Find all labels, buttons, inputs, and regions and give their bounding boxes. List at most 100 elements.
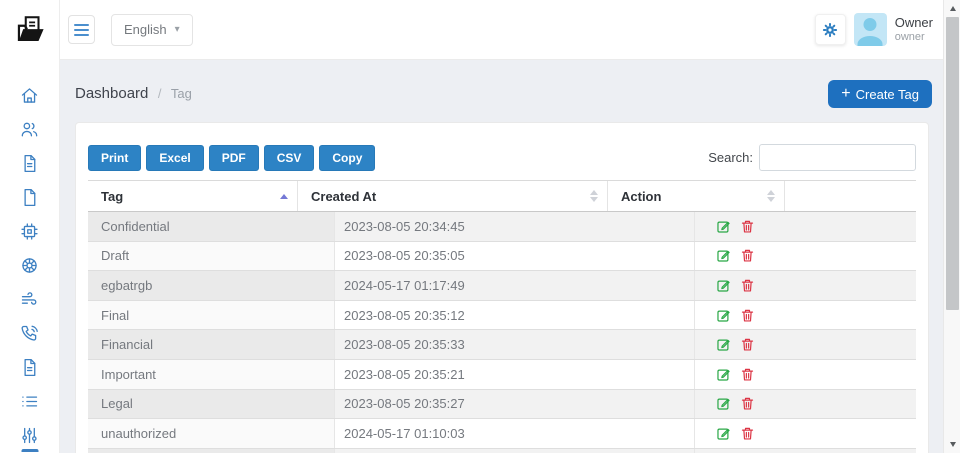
cell-created-at: 2023-08-05 20:35:05 [335, 242, 695, 271]
cell-tag: Legal [88, 390, 335, 419]
cell-tag: Final [88, 301, 335, 330]
delete-icon[interactable] [739, 307, 756, 324]
search-input[interactable] [759, 144, 916, 171]
delete-icon[interactable] [739, 336, 756, 353]
list-icon [19, 391, 40, 412]
breadcrumb-separator: / [158, 86, 162, 101]
table-header-row: Tag Created At Action [88, 181, 916, 212]
language-label: English [124, 22, 167, 37]
sort-both-icon [767, 190, 775, 202]
wind-icon [19, 289, 40, 310]
column-header-spacer [785, 181, 916, 211]
delete-icon[interactable] [739, 366, 756, 383]
sidebar-item-file-text-icon[interactable] [13, 146, 47, 180]
cell-action [695, 360, 916, 389]
cpu-icon [19, 221, 40, 242]
excel-export-button[interactable]: Excel [146, 145, 203, 171]
column-header-created-at[interactable]: Created At [298, 181, 608, 211]
delete-icon[interactable] [739, 218, 756, 235]
sliders-icon [19, 425, 40, 446]
top-navbar: English ▾ [0, 0, 943, 60]
user-role: owner [895, 31, 933, 44]
edit-icon[interactable] [715, 425, 732, 442]
cell-action [695, 390, 916, 419]
column-header-action[interactable]: Action [608, 181, 785, 211]
sidebar-item-file-icon[interactable] [13, 180, 47, 214]
user-menu[interactable]: Owner owner [895, 16, 933, 44]
breadcrumb-dashboard[interactable]: Dashboard [75, 85, 148, 102]
csv-export-button[interactable]: CSV [264, 145, 315, 171]
edit-icon[interactable] [715, 366, 732, 383]
delete-icon[interactable] [739, 247, 756, 264]
sidebar-item-list-icon[interactable] [13, 384, 47, 418]
cell-action [695, 419, 916, 448]
create-tag-button[interactable]: + Create Tag [828, 80, 932, 108]
sidebar-item-helm-icon[interactable] [13, 248, 47, 282]
chevron-down-icon: ▾ [175, 24, 180, 35]
cell-created-at: 2024-05-17 01:10:03 [335, 419, 695, 448]
table-row: Financial 2023-08-05 20:35:33 [88, 330, 916, 360]
sort-asc-icon [280, 194, 288, 199]
cell-created-at: 2023-08-05 20:35:21 [335, 360, 695, 389]
gear-icon [821, 21, 839, 39]
sidebar-item-phone-call-icon[interactable] [13, 316, 47, 350]
file-icon [19, 187, 40, 208]
table-row: Urgent 2023-08-05 20:34:55 [88, 449, 916, 453]
table-body: Confidential 2023-08-05 20:34:45 Draft 2… [88, 212, 916, 453]
edit-icon[interactable] [715, 336, 732, 353]
cell-created-at: 2024-05-17 01:17:49 [335, 271, 695, 300]
pdf-export-button[interactable]: PDF [209, 145, 259, 171]
settings-button[interactable] [815, 14, 846, 45]
cell-action [695, 301, 916, 330]
cell-action [695, 449, 916, 453]
scroll-up-arrow[interactable] [944, 0, 960, 17]
sidebar-item-sliders-icon[interactable] [13, 418, 47, 452]
tag-table-card: PrintExcelPDFCSVCopy Search: Tag Created… [75, 122, 929, 453]
helm-icon [19, 255, 40, 276]
cell-tag: egbatrgb [88, 271, 335, 300]
avatar-person-icon [864, 18, 877, 31]
folder-document-logo-icon [13, 13, 47, 47]
table-row: Confidential 2023-08-05 20:34:45 [88, 212, 916, 242]
app-logo [0, 0, 60, 60]
user-name: Owner [895, 16, 933, 31]
edit-icon[interactable] [715, 307, 732, 324]
language-selector[interactable]: English ▾ [111, 14, 193, 46]
table-row: Important 2023-08-05 20:35:21 [88, 360, 916, 390]
file-text-icon [19, 357, 40, 378]
edit-icon[interactable] [715, 277, 732, 294]
table-row: Legal 2023-08-05 20:35:27 [88, 390, 916, 420]
print-export-button[interactable]: Print [88, 145, 141, 171]
sidebar-item-cpu-icon[interactable] [13, 214, 47, 248]
tag-table: Tag Created At Action Confidential 2023-… [88, 180, 916, 453]
user-avatar[interactable] [854, 13, 887, 46]
vertical-scrollbar[interactable] [943, 0, 960, 453]
edit-icon[interactable] [715, 218, 732, 235]
delete-icon[interactable] [739, 277, 756, 294]
create-tag-label: Create Tag [856, 87, 919, 102]
cell-created-at: 2023-08-05 20:35:12 [335, 301, 695, 330]
scrollbar-thumb[interactable] [946, 17, 959, 310]
table-row: unauthorized 2024-05-17 01:10:03 [88, 419, 916, 449]
delete-icon[interactable] [739, 425, 756, 442]
cell-action [695, 212, 916, 241]
cell-action [695, 330, 916, 359]
sidebar-item-home-icon[interactable] [13, 78, 47, 112]
column-header-tag[interactable]: Tag [88, 181, 298, 211]
sidebar-toggle-button[interactable] [68, 15, 95, 44]
scroll-down-arrow[interactable] [944, 436, 960, 453]
sidebar-item-file-text-icon[interactable] [13, 350, 47, 384]
sidebar-item-wind-icon[interactable] [13, 282, 47, 316]
cell-created-at: 2023-08-05 20:35:33 [335, 330, 695, 359]
edit-icon[interactable] [715, 247, 732, 264]
cell-action [695, 271, 916, 300]
plus-icon: + [841, 86, 850, 102]
sidebar-item-users-icon[interactable] [13, 112, 47, 146]
table-row: Draft 2023-08-05 20:35:05 [88, 242, 916, 272]
edit-icon[interactable] [715, 395, 732, 412]
copy-export-button[interactable]: Copy [319, 145, 375, 171]
cell-tag: Financial [88, 330, 335, 359]
delete-icon[interactable] [739, 395, 756, 412]
breadcrumb-current: Tag [171, 86, 192, 101]
cell-tag: Confidential [88, 212, 335, 241]
